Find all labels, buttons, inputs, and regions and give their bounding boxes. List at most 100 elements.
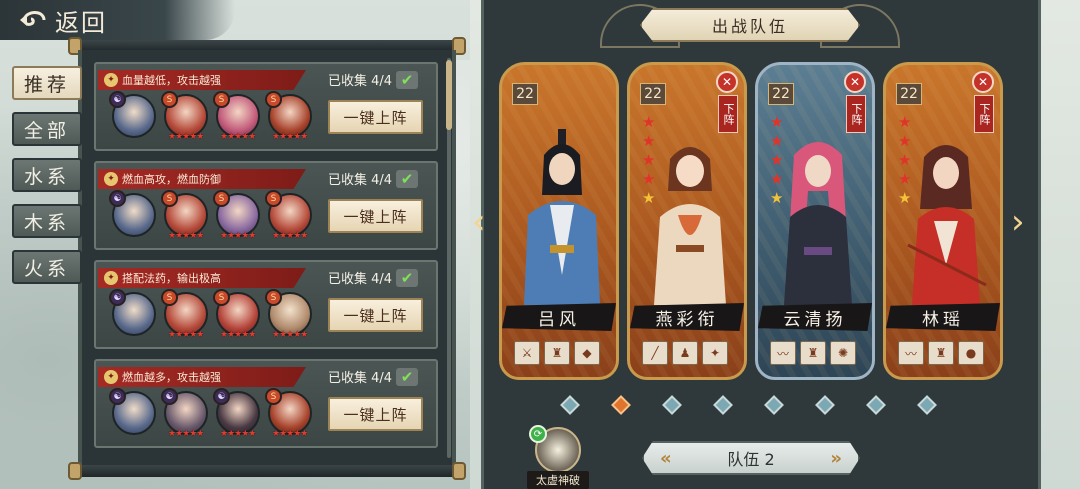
star-rating: ★★★★★ — [168, 132, 204, 142]
equipment-slots: 〰 ♜ ● — [898, 341, 984, 365]
tab-water[interactable]: 水系 — [12, 158, 82, 192]
one-click-deploy-button[interactable]: 一键上阵 — [328, 199, 423, 233]
taiji-icon: ☯ — [109, 91, 126, 108]
team-desc: 燃血高攻，燃血防御 — [122, 173, 221, 186]
hero-avatar[interactable]: ☯ ★★★★★ — [213, 388, 260, 439]
tab-fire[interactable]: 火系 — [12, 250, 82, 284]
fire-icon: S — [265, 289, 282, 306]
collected-text: 已收集 4/4 — [328, 74, 393, 89]
equip-boots-icon[interactable]: ♜ — [544, 341, 570, 365]
team-desc: 燃血越多，攻击越强 — [122, 371, 221, 384]
formation-skill[interactable]: ⟳ 太虚神破 — [527, 425, 589, 489]
hero-avatar[interactable]: S ★★★★★ — [265, 388, 312, 439]
hero-avatar[interactable]: ☯ — [109, 388, 156, 435]
swap-icon[interactable]: ⟳ — [529, 425, 547, 443]
team-list: ✦ 血量越低，攻击越强 已收集 4/4 ✔ ☯ S ★★★★★ S ★★★★★ S ★… — [94, 62, 438, 458]
page-dot[interactable] — [713, 395, 733, 415]
check-icon: ✔ — [396, 268, 419, 287]
taiji-icon: ☯ — [109, 388, 126, 405]
equip-accessory-icon[interactable]: ✺ — [830, 341, 856, 365]
fire-icon: S — [161, 91, 178, 108]
fire-icon: S — [161, 190, 178, 207]
team-switcher: « 队伍 2 » — [642, 441, 860, 475]
hero-avatar[interactable]: S ★★★★★ — [213, 289, 260, 340]
close-icon[interactable]: ✕ — [844, 71, 866, 93]
star-rating: ★★★★★ — [168, 429, 204, 439]
hero-avatar[interactable]: S ★★★★★ — [213, 190, 260, 241]
team-prev-button[interactable]: « — [660, 448, 672, 469]
fire-icon: S — [265, 91, 282, 108]
star-rating: ★★★★★ — [220, 231, 256, 241]
page-dot[interactable] — [917, 395, 937, 415]
hero-avatar[interactable]: S ★★★★★ — [161, 91, 208, 142]
tab-all[interactable]: 全部 — [12, 112, 82, 146]
equip-accessory-icon[interactable]: ✦ — [702, 341, 728, 365]
page-dot[interactable] — [560, 395, 580, 415]
one-click-deploy-button[interactable]: 一键上阵 — [328, 100, 423, 134]
page-dot-active[interactable] — [611, 395, 631, 415]
hero-avatar[interactable]: ☯ ★★★★★ — [161, 388, 208, 439]
collected-status: 已收集 4/4 ✔ — [328, 169, 419, 188]
page-dot[interactable] — [764, 395, 784, 415]
hero-avatar[interactable]: S ★★★★★ — [265, 190, 312, 241]
hero-avatars: ☯ S ★★★★★ S ★★★★★ S ★★★★★ — [109, 91, 312, 142]
team-label: 队伍 2 — [727, 450, 775, 469]
star-rating: ★★★★★ — [220, 132, 256, 142]
tab-wood[interactable]: 木系 — [12, 204, 82, 238]
equip-boots-icon[interactable]: ♜ — [800, 341, 826, 365]
hero-avatar[interactable]: S ★★★★★ — [161, 289, 208, 340]
hero-name: 云清扬 — [758, 303, 872, 331]
hero-card[interactable]: 22 ✕ 下阵 ★ ★ ★ ★ ★ 燕彩衔 ╱ ♟ ✦ — [627, 62, 747, 380]
star-rating: ★★★★★ — [168, 330, 204, 340]
equip-weapon-icon[interactable]: 〰 — [770, 341, 796, 365]
one-click-deploy-button[interactable]: 一键上阵 — [328, 397, 423, 431]
hero-avatar[interactable]: ☯ — [109, 190, 156, 237]
equip-boots-icon[interactable]: ♜ — [928, 341, 954, 365]
equipment-slots: ⚔ ♜ ◆ — [514, 341, 600, 365]
equip-armor-icon[interactable]: ♟ — [672, 341, 698, 365]
page-dot[interactable] — [815, 395, 835, 415]
equip-gourd-icon[interactable]: ● — [958, 341, 984, 365]
equipment-slots: ╱ ♟ ✦ — [642, 341, 728, 365]
equip-weapon-icon[interactable]: ⚔ — [514, 341, 540, 365]
hero-avatars: ☯ ☯ ★★★★★ ☯ ★★★★★ S ★★★★★ — [109, 388, 312, 439]
close-icon[interactable]: ✕ — [716, 71, 738, 93]
hero-avatar[interactable]: ☯ — [109, 91, 156, 138]
team-ribbon: ✦ 搭配法药，输出极高 — [98, 268, 306, 288]
scrollbar-thumb[interactable] — [446, 60, 452, 130]
fire-icon: S — [213, 289, 230, 306]
team-ribbon: ✦ 燃血越多，攻击越强 — [98, 367, 306, 387]
taiji-icon: ☯ — [109, 190, 126, 207]
hero-card[interactable]: 22 ✕ 下阵 ★ ★ ★ ★ ★ 林瑶 〰 ♜ ● — [883, 62, 1003, 380]
equip-weapon-icon[interactable]: ╱ — [642, 341, 668, 365]
hero-avatar[interactable]: S ★★★★★ — [161, 190, 208, 241]
hero-avatar[interactable]: S ★★★★★ — [213, 91, 260, 142]
hero-name: 吕风 — [502, 303, 616, 331]
collected-status: 已收集 4/4 ✔ — [328, 70, 419, 89]
hero-card[interactable]: 22 吕风 ⚔ ♜ ◆ — [499, 62, 619, 380]
team-type-icon: ✦ — [104, 172, 118, 186]
one-click-deploy-button[interactable]: 一键上阵 — [328, 298, 423, 332]
page-dot[interactable] — [662, 395, 682, 415]
close-icon[interactable]: ✕ — [972, 71, 994, 93]
hero-avatar[interactable]: ☯ — [109, 289, 156, 336]
hero-card[interactable]: 22 ✕ 下阵 ★ ★ ★ ★ ★ 云清扬 〰 ♜ ✺ — [755, 62, 875, 380]
collected-status: 已收集 4/4 ✔ — [328, 268, 419, 287]
chevron-right-icon[interactable]: › — [1011, 205, 1035, 239]
hero-avatar[interactable]: S ★★★★★ — [265, 91, 312, 142]
equip-weapon-icon[interactable]: 〰 — [898, 341, 924, 365]
team-card: ✦ 血量越低，攻击越强 已收集 4/4 ✔ ☯ S ★★★★★ S ★★★★★ S ★… — [94, 62, 438, 151]
star-rating: ★★★★★ — [272, 231, 308, 241]
fire-icon: S — [265, 190, 282, 207]
team-desc: 血量越低，攻击越强 — [122, 74, 221, 87]
taiji-icon: ☯ — [161, 388, 178, 405]
chevron-left-icon[interactable]: ‹ — [472, 205, 496, 239]
star-rating: ★★★★★ — [272, 330, 308, 340]
equip-pouch-icon[interactable]: ◆ — [574, 341, 600, 365]
hero-avatar[interactable]: S ★★★★★ — [265, 289, 312, 340]
back-button[interactable]: 返回 — [0, 0, 235, 40]
tab-recommend[interactable]: 推荐 — [12, 66, 82, 100]
team-next-button[interactable]: » — [830, 448, 842, 469]
page-dot[interactable] — [866, 395, 886, 415]
check-icon: ✔ — [396, 70, 419, 89]
